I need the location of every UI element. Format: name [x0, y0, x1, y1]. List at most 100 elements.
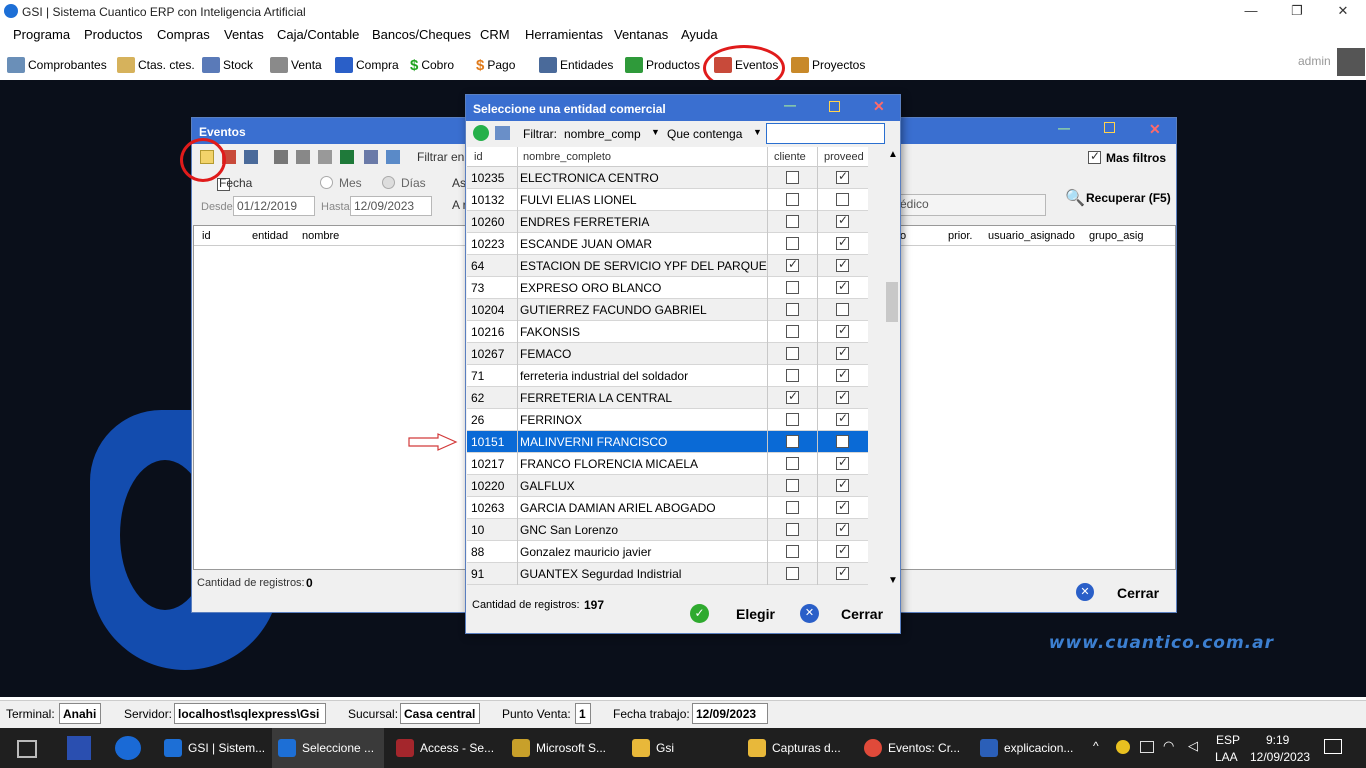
cliente-checkbox[interactable] — [786, 457, 799, 470]
proveed-checkbox[interactable] — [836, 389, 849, 404]
toolbar-pago[interactable]: $ Pago — [476, 56, 515, 74]
toolbar-venta[interactable]: Venta — [270, 56, 322, 74]
scroll-up-icon[interactable]: ▲ — [888, 149, 898, 160]
toolbar-stock[interactable]: Stock — [202, 56, 253, 74]
proveed-checkbox[interactable] — [836, 435, 849, 448]
cliente-checkbox[interactable] — [786, 257, 799, 272]
whatsapp-icon[interactable] — [473, 125, 489, 141]
chevron-up-icon[interactable]: ^ — [1093, 739, 1099, 753]
cerrar-button[interactable]: Cerrar — [1117, 585, 1159, 601]
printer-icon[interactable] — [296, 150, 310, 164]
cliente-checkbox[interactable] — [786, 501, 799, 514]
recuperar-button[interactable]: Recuperar (F5) — [1086, 191, 1171, 205]
toolbar-productos[interactable]: Productos — [625, 56, 700, 74]
copy-icon[interactable] — [495, 126, 510, 140]
col-usuario-asignado[interactable]: usuario_asignado — [988, 230, 1075, 242]
table-row[interactable]: 88 Gonzalez mauricio javier — [467, 541, 868, 563]
medico-combo[interactable]: édico — [896, 194, 1046, 216]
table-row[interactable]: 10216 FAKONSIS — [467, 321, 868, 343]
cliente-checkbox[interactable] — [786, 389, 799, 404]
cerrar-button[interactable]: Cerrar — [841, 606, 883, 622]
col-proveed[interactable]: proveed — [824, 151, 864, 163]
cliente-checkbox[interactable] — [786, 193, 799, 206]
col-id[interactable]: id — [202, 230, 211, 242]
table-row[interactable]: 10223 ESCANDE JUAN OMAR — [467, 233, 868, 255]
taskbar-item-capturas[interactable]: Capturas d... — [744, 728, 854, 768]
menu-ayuda[interactable]: Ayuda — [681, 27, 718, 42]
taskbar-item-access[interactable]: Access - Se... — [392, 728, 502, 768]
filter-mode-select[interactable]: Que contenga — [667, 127, 742, 141]
close-button[interactable]: ✕ — [873, 98, 885, 115]
printer-icon[interactable] — [274, 150, 288, 164]
proveed-checkbox[interactable] — [836, 565, 849, 580]
toolbar-comprobantes[interactable]: Comprobantes — [7, 56, 107, 74]
filter-field-select[interactable]: nombre_comp — [564, 127, 641, 141]
close-button[interactable]: ✕ — [1149, 121, 1161, 138]
maximize-button[interactable] — [1104, 122, 1115, 133]
paste-icon[interactable] — [386, 150, 400, 164]
col-prior[interactable]: prior. — [948, 230, 972, 242]
table-row[interactable]: 10217 FRANCO FLORENCIA MICAELA — [467, 453, 868, 475]
task-view-icon[interactable] — [17, 740, 37, 758]
proveed-checkbox[interactable] — [836, 213, 849, 228]
menu-bancos-cheques[interactable]: Bancos/Cheques — [372, 27, 471, 42]
desde-date-field[interactable]: 01/12/2019 — [233, 196, 315, 216]
table-row[interactable]: 26 FERRINOX — [467, 409, 868, 431]
col-entidad[interactable]: entidad — [252, 230, 288, 242]
excel-icon[interactable] — [340, 150, 354, 164]
col-grupo-asig[interactable]: grupo_asig — [1089, 230, 1143, 242]
cliente-checkbox[interactable] — [786, 435, 799, 448]
proveed-checkbox[interactable] — [836, 169, 849, 184]
menu-ventanas[interactable]: Ventanas — [614, 27, 668, 42]
proveed-checkbox[interactable] — [836, 323, 849, 338]
table-row[interactable]: 10204 GUTIERREZ FACUNDO GABRIEL — [467, 299, 868, 321]
list-icon[interactable] — [244, 150, 258, 164]
menu-caja-contable[interactable]: Caja/Contable — [277, 27, 359, 42]
taskbar-item-microsoft[interactable]: Microsoft S... — [508, 728, 618, 768]
toolbar-proyectos[interactable]: Proyectos — [791, 56, 865, 74]
taskbar-item-seleccione[interactable]: Seleccione ... — [272, 728, 384, 768]
proveed-checkbox[interactable] — [836, 193, 849, 206]
mas-filtros-checkbox[interactable] — [1088, 149, 1101, 165]
proveed-checkbox[interactable] — [836, 279, 849, 294]
clock-date[interactable]: 12/09/2023 — [1250, 750, 1310, 764]
proveed-checkbox[interactable] — [836, 521, 849, 536]
table-row[interactable]: 91 GUANTEX Segurdad Indistrial — [467, 563, 868, 585]
minimize-button[interactable]: — — [784, 98, 796, 112]
menu-compras[interactable]: Compras — [157, 27, 210, 42]
menu-crm[interactable]: CRM — [480, 27, 510, 42]
scroll-down-icon[interactable]: ▼ — [888, 575, 898, 586]
col-id[interactable]: id — [474, 151, 483, 163]
table-row[interactable]: 10132 FULVI ELIAS LIONEL — [467, 189, 868, 211]
col-cliente[interactable]: cliente — [774, 151, 806, 163]
volume-icon[interactable]: ◁ — [1188, 738, 1198, 754]
menu-herramientas[interactable]: Herramientas — [525, 27, 603, 42]
proveed-checkbox[interactable] — [836, 477, 849, 492]
proveed-checkbox[interactable] — [836, 499, 849, 514]
toolbar-entidades[interactable]: Entidades — [539, 56, 613, 74]
table-row[interactable]: 10220 GALFLUX — [467, 475, 868, 497]
table-row[interactable]: 62 FERRETERIA LA CENTRAL — [467, 387, 868, 409]
taskbar-item-gsi[interactable]: GSI | Sistem... — [160, 728, 268, 768]
proveed-checkbox[interactable] — [836, 303, 849, 316]
proveed-checkbox[interactable] — [836, 257, 849, 272]
cliente-checkbox[interactable] — [786, 215, 799, 228]
proveed-checkbox[interactable] — [836, 235, 849, 250]
cliente-checkbox[interactable] — [786, 369, 799, 382]
proveed-checkbox[interactable] — [836, 367, 849, 382]
restore-button[interactable]: ❐ — [1274, 0, 1320, 24]
printer-icon[interactable] — [318, 150, 332, 164]
col-nombre[interactable]: nombre — [302, 230, 339, 242]
taskbar-item-word[interactable]: explicacion... — [976, 728, 1084, 768]
cliente-checkbox[interactable] — [786, 347, 799, 360]
cliente-checkbox[interactable] — [786, 171, 799, 184]
filter-search-input[interactable] — [766, 123, 885, 144]
cliente-checkbox[interactable] — [786, 567, 799, 580]
taskbar-item-eventos[interactable]: Eventos: Cr... — [860, 728, 970, 768]
hasta-date-field[interactable]: 12/09/2023 — [350, 196, 432, 216]
cliente-checkbox[interactable] — [786, 523, 799, 536]
language-primary[interactable]: ESP — [1216, 733, 1240, 747]
cliente-checkbox[interactable] — [786, 237, 799, 250]
cliente-checkbox[interactable] — [786, 479, 799, 492]
cliente-checkbox[interactable] — [786, 325, 799, 338]
